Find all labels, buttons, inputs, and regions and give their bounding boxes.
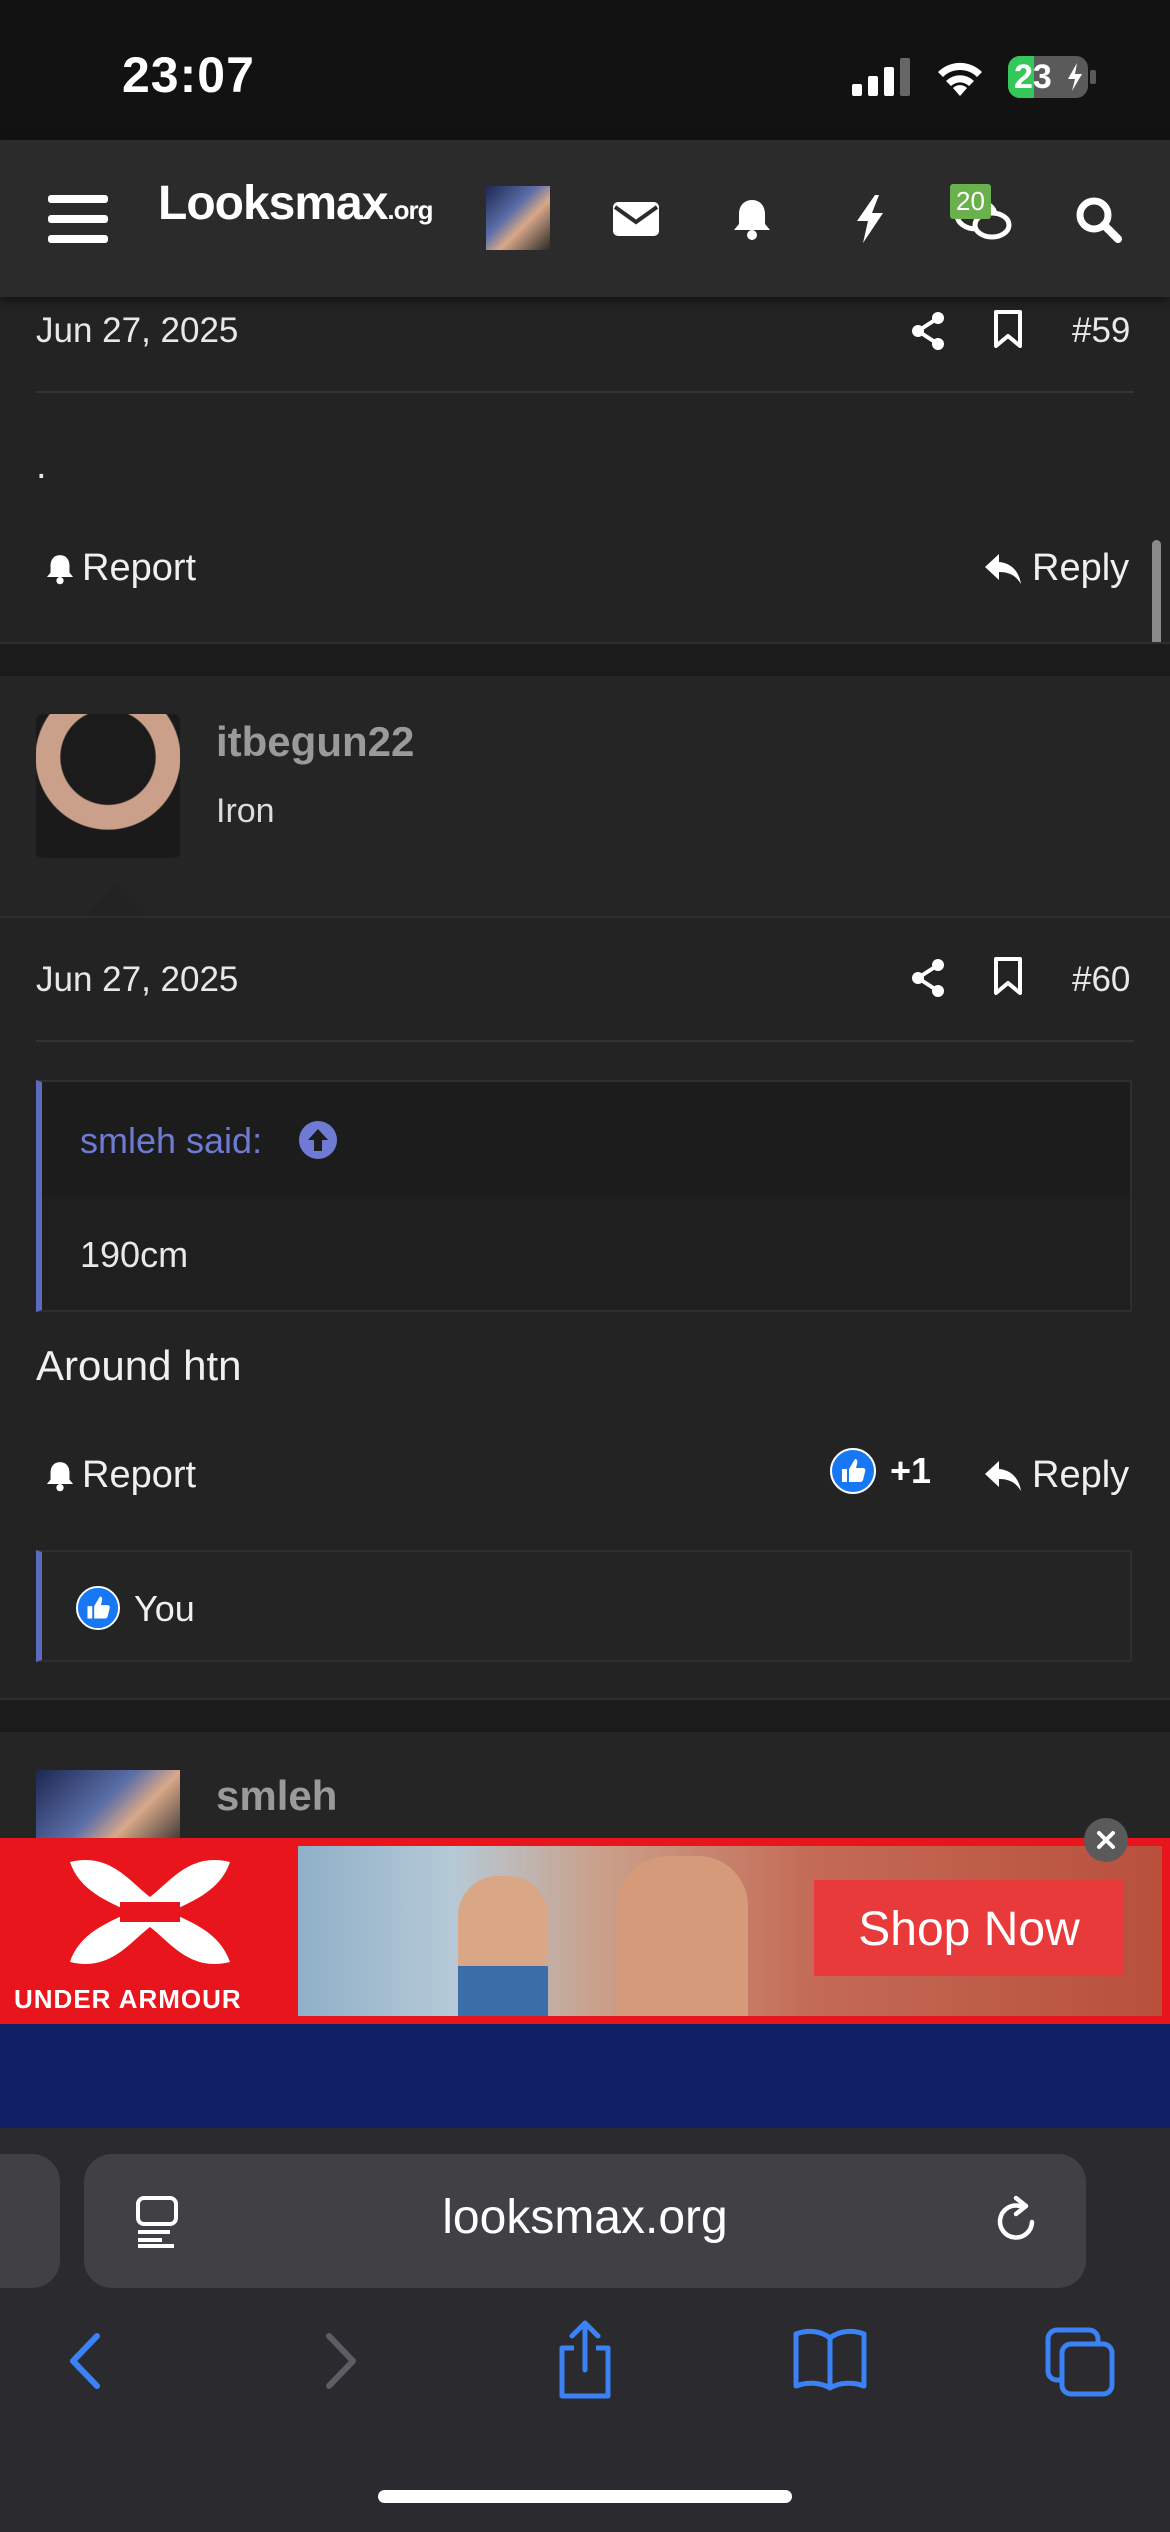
post-61-user-header: smleh (0, 1732, 1170, 1850)
thumbs-up-icon (76, 1586, 120, 1630)
whats-new-button[interactable] (840, 140, 900, 297)
site-navbar: Looksmax.org 20 (0, 140, 1170, 297)
like-button[interactable]: +1 (830, 1448, 931, 1494)
reply-icon (985, 553, 1021, 584)
battery-level: 23 (1014, 58, 1052, 96)
ad-footer-strip (0, 2024, 1170, 2128)
post-60-user-header: itbegun22 Iron (0, 676, 1170, 916)
share-icon (559, 2320, 611, 2399)
tabs-icon (1045, 2327, 1115, 2397)
book-icon (793, 2328, 867, 2391)
logo-suffix: .org (387, 195, 433, 225)
reactions-bar[interactable]: You (36, 1550, 1132, 1662)
username[interactable]: smleh (216, 1772, 337, 1820)
post-date[interactable]: Jun 27, 2025 (36, 311, 238, 351)
reactions-by[interactable]: You (134, 1588, 195, 1630)
ad-brand-panel: UNDER ARMOUR (0, 1838, 298, 2024)
reply-icon (985, 1460, 1021, 1491)
brand-logo-icon (70, 1860, 230, 1964)
post-number[interactable]: #59 (1072, 311, 1130, 351)
search-icon (1076, 197, 1122, 243)
meta-divider (36, 1040, 1134, 1042)
ad-cta-label: Shop Now (858, 1903, 1080, 1956)
bell-icon (46, 1461, 74, 1491)
search-button[interactable] (1068, 140, 1128, 297)
bell-icon (734, 199, 770, 240)
reply-button[interactable]: Reply (984, 1454, 1129, 1497)
ad-banner[interactable]: UNDER ARMOUR Shop Now (0, 1838, 1170, 2024)
ad-runner-figure (618, 1856, 748, 2016)
ad-brand: UNDER ARMOUR (14, 1984, 242, 2014)
charging-icon (1068, 63, 1082, 91)
lightning-icon (857, 194, 883, 243)
home-indicator[interactable] (378, 2490, 792, 2503)
username[interactable]: itbegun22 (216, 718, 414, 766)
status-time: 23:07 (122, 47, 255, 103)
alerts-button[interactable] (722, 140, 782, 297)
ad-runner-top (458, 1966, 548, 2016)
post-content: Around htn (36, 1342, 242, 1389)
inbox-button[interactable] (606, 140, 666, 297)
header-arrow (84, 882, 152, 916)
mail-icon (613, 201, 659, 236)
battery-icon: 23 (1008, 56, 1088, 98)
wifi-icon (938, 62, 982, 96)
signal-icon (852, 58, 910, 96)
reaction-count: +1 (890, 1450, 932, 1491)
post-separator (0, 1698, 1170, 1734)
back-button[interactable] (60, 2326, 110, 2396)
bell-icon (46, 554, 74, 584)
tabs-button[interactable] (1044, 2326, 1116, 2398)
post-content: . (36, 445, 47, 487)
chat-badge: 20 (950, 184, 991, 219)
ad-cta-button[interactable]: Shop Now (814, 1880, 1124, 1976)
report-button[interactable]: Report (44, 547, 196, 590)
ad-close-button[interactable] (1084, 1818, 1128, 1862)
chevron-left-icon (70, 2333, 100, 2389)
quote-author[interactable]: smleh said: (80, 1120, 262, 1162)
battery-tip (1090, 70, 1096, 84)
forward-button[interactable] (316, 2326, 366, 2396)
chevron-right-icon (326, 2333, 356, 2389)
status-bar: 23:07 23 (0, 0, 1170, 140)
bookmark-icon[interactable] (992, 956, 1024, 996)
report-label: Report (82, 1454, 197, 1496)
post-separator (0, 642, 1170, 678)
arrow-up-circle-icon[interactable] (298, 1120, 338, 1160)
quote-header[interactable]: smleh said: (42, 1082, 1130, 1196)
bookmarks-button[interactable] (792, 2326, 868, 2392)
post-number[interactable]: #60 (1072, 960, 1130, 1000)
post-59: Jun 27, 2025 #59 . Report Reply (0, 297, 1170, 642)
bookmark-icon[interactable] (992, 309, 1024, 349)
close-icon (1097, 1831, 1115, 1849)
reply-button[interactable]: Reply (984, 547, 1129, 590)
url-text[interactable]: looksmax.org (0, 2190, 1170, 2245)
post-date[interactable]: Jun 27, 2025 (36, 960, 238, 1000)
share-icon[interactable] (910, 311, 946, 351)
report-button[interactable]: Report (44, 1454, 196, 1497)
thumbs-up-icon (830, 1448, 876, 1494)
share-button[interactable] (550, 2320, 620, 2400)
reply-label: Reply (1032, 1454, 1130, 1496)
report-label: Report (82, 547, 197, 589)
avatar[interactable] (486, 186, 550, 250)
avatar[interactable] (36, 714, 180, 858)
reply-label: Reply (1032, 547, 1130, 589)
user-title: Iron (216, 792, 275, 830)
quote-block: smleh said: 190cm (36, 1080, 1132, 1312)
meta-divider (36, 391, 1134, 393)
menu-button[interactable] (40, 140, 116, 297)
site-logo[interactable]: Looksmax.org (158, 176, 434, 231)
menu-icon (48, 194, 108, 243)
share-icon[interactable] (910, 958, 946, 998)
quote-text: 190cm (80, 1234, 189, 1275)
post-60: Jun 27, 2025 #60 smleh said: 190cm Aroun… (0, 918, 1170, 1698)
logo-text: Looksmax (158, 177, 388, 230)
